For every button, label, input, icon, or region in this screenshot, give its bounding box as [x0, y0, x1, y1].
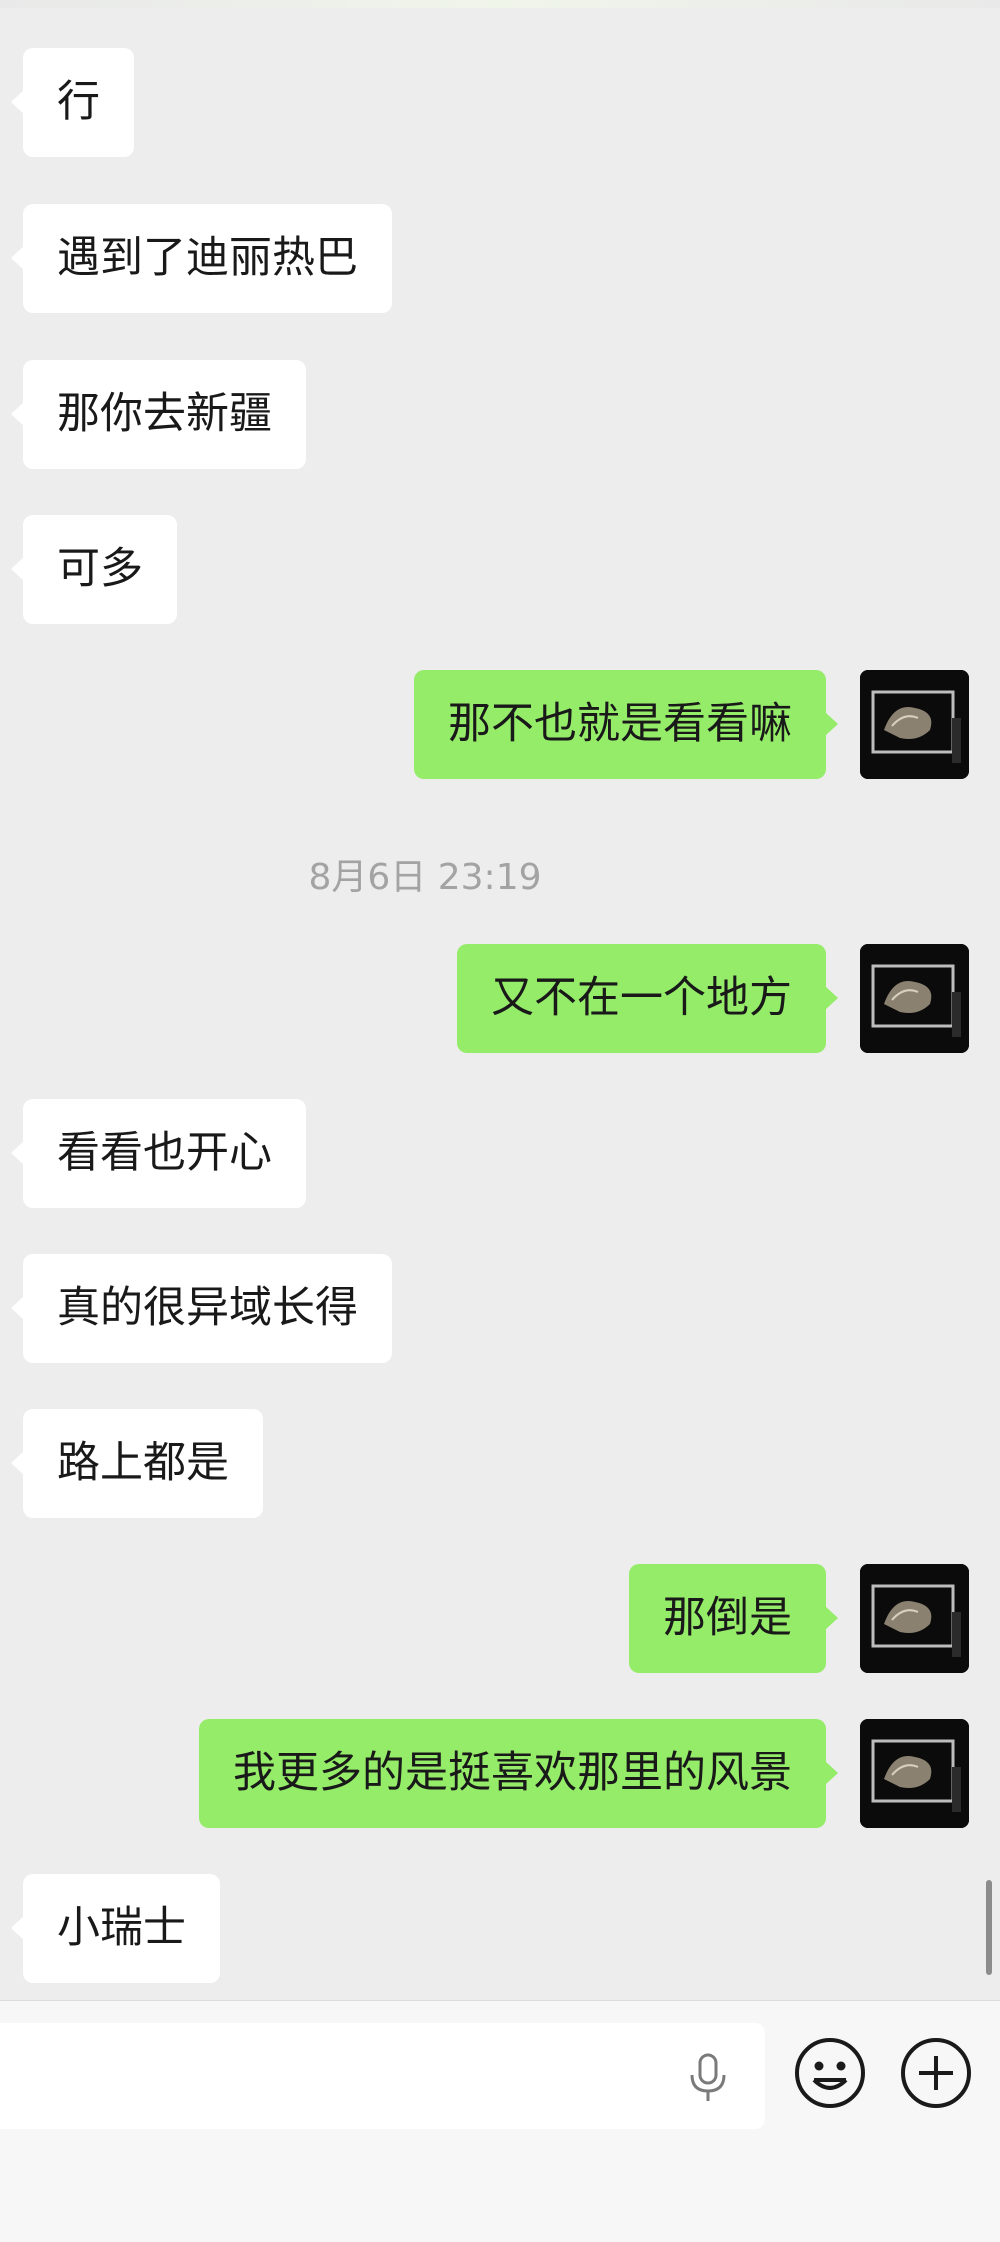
message-input[interactable]: [0, 2023, 765, 2129]
user-avatar[interactable]: [860, 1719, 969, 1828]
user-avatar[interactable]: [860, 1564, 969, 1673]
message-received[interactable]: 那你去新疆: [11, 360, 306, 469]
avatar-image: [860, 944, 969, 1053]
message-sent[interactable]: 那倒是: [629, 1564, 838, 1673]
message-received[interactable]: 行: [11, 48, 134, 157]
input-bar: [0, 2000, 1000, 2242]
message-received[interactable]: 路上都是: [11, 1409, 263, 1518]
message-received[interactable]: 小瑞士: [11, 1874, 220, 1983]
message-received[interactable]: 看看也开心: [11, 1099, 306, 1208]
message-received[interactable]: 可多: [11, 515, 177, 624]
scrollbar[interactable]: [986, 1880, 992, 1975]
microphone-icon[interactable]: [685, 2053, 731, 2103]
avatar-image: [860, 1719, 969, 1828]
plus-icon[interactable]: [899, 2036, 973, 2110]
message-sent[interactable]: 我更多的是挺喜欢那里的风景: [199, 1719, 838, 1828]
user-avatar[interactable]: [860, 670, 969, 779]
user-avatar[interactable]: [860, 944, 969, 1053]
message-sent[interactable]: 又不在一个地方: [457, 944, 838, 1053]
chat-area[interactable]: 行 遇到了迪丽热巴 那你去新疆 可多 那不也就是看看嘛 8月6日 23:19 又…: [0, 0, 1000, 2000]
timestamp: 8月6日 23:19: [308, 857, 542, 898]
message-sent[interactable]: 那不也就是看看嘛: [414, 670, 838, 779]
avatar-image: [860, 1564, 969, 1673]
emoji-icon[interactable]: [793, 2036, 867, 2110]
message-received[interactable]: 遇到了迪丽热巴: [11, 204, 392, 313]
avatar-image: [860, 670, 969, 779]
message-received[interactable]: 真的很异域长得: [11, 1254, 392, 1363]
